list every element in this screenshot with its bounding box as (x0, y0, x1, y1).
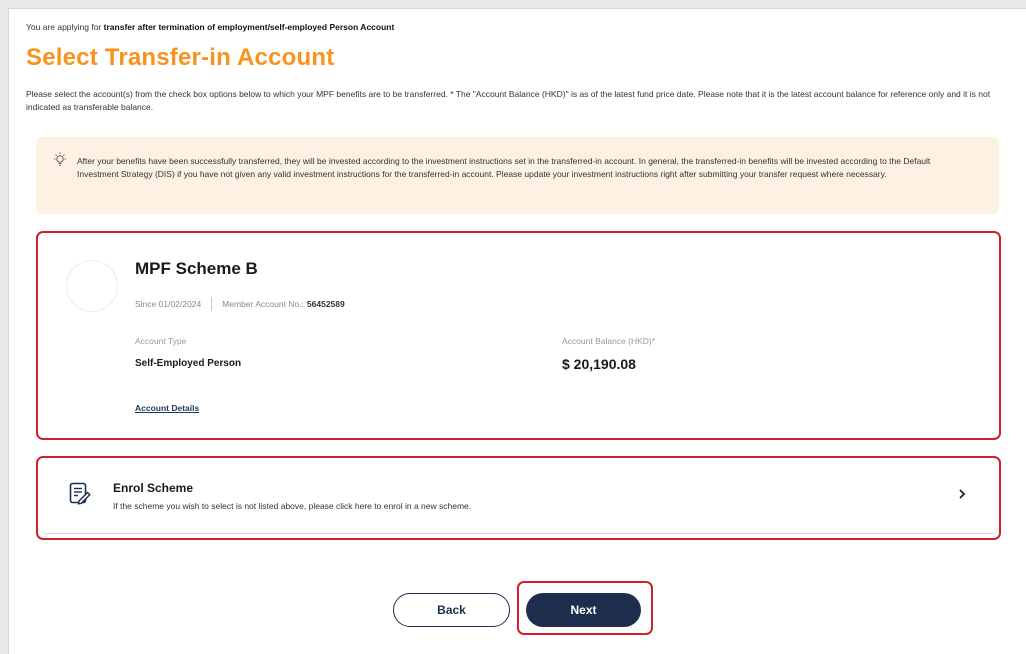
back-button[interactable]: Back (393, 593, 510, 627)
account-card[interactable]: MPF Scheme B Since 01/02/2024 Member Acc… (40, 235, 997, 436)
scheme-logo (66, 260, 118, 312)
account-balance-value: $ 20,190.08 (562, 356, 636, 372)
scheme-meta: Since 01/02/2024 Member Account No.: 564… (135, 297, 345, 311)
lightbulb-icon (54, 152, 66, 166)
chevron-right-icon (959, 489, 966, 499)
account-type-value: Self-Employed Person (135, 358, 242, 369)
enrol-scheme-card[interactable]: Enrol Scheme If the scheme you wish to s… (40, 460, 997, 534)
edit-document-icon (69, 482, 91, 505)
page-title: Select Transfer-in Account (26, 44, 335, 71)
page-description: Please select the account(s) from the ch… (26, 89, 991, 112)
applying-for-text: You are applying for transfer after term… (26, 22, 395, 32)
account-details-link[interactable]: Account Details (135, 403, 199, 413)
member-number: 56452589 (306, 299, 345, 309)
enrol-scheme-title: Enrol Scheme (113, 481, 194, 495)
enrol-scheme-subtitle: If the scheme you wish to select is not … (113, 501, 472, 511)
next-button[interactable]: Next (526, 593, 641, 627)
account-balance-label: Account Balance (HKD)* (562, 336, 656, 346)
since-date: Since 01/02/2024 (135, 299, 202, 309)
applying-type: transfer after termination of employment… (103, 22, 395, 32)
meta-divider (211, 297, 213, 311)
scheme-name: MPF Scheme B (135, 259, 258, 278)
notice-text: After your benefits have been successful… (77, 156, 931, 179)
account-type-label: Account Type (135, 336, 187, 346)
member-label: Member Account No.: (222, 299, 304, 309)
investment-notice: After your benefits have been successful… (36, 137, 999, 214)
